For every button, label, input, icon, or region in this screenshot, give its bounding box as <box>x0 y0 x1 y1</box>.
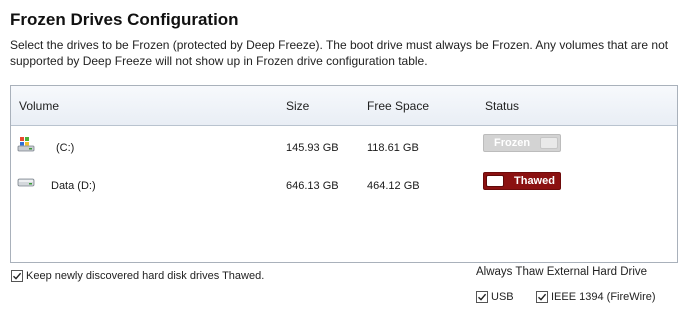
checkmark-icon <box>13 272 22 280</box>
external-drive-title: Always Thaw External Hard Drive <box>476 266 648 278</box>
checkmark-icon <box>538 293 547 301</box>
volume-name: Data (D:) <box>51 180 96 192</box>
windows-drive-icon <box>17 136 35 152</box>
volume-free-space: 118.61 GB <box>367 142 419 154</box>
volume-size: 646.13 GB <box>286 180 339 192</box>
toggle-knob <box>486 175 504 187</box>
column-header-status[interactable]: Status <box>485 99 519 113</box>
table-row[interactable]: Data (D:) 646.13 GB 464.12 GB Thawed <box>11 172 677 200</box>
table-header: Volume Size Free Space Status <box>11 86 677 126</box>
page-title: Frozen Drives Configuration <box>10 10 239 29</box>
firewire-checkbox[interactable] <box>536 291 548 303</box>
column-header-volume[interactable]: Volume <box>19 99 59 113</box>
volume-name: (C:) <box>56 142 75 154</box>
column-header-free-space[interactable]: Free Space <box>367 99 429 113</box>
frozen-drives-table: Volume Size Free Space Status (C:) 145.9… <box>10 85 678 263</box>
volume-size: 145.93 GB <box>286 142 339 154</box>
status-toggle-frozen[interactable]: Frozen <box>483 134 561 152</box>
page-description: Select the drives to be Frozen (protecte… <box>10 38 669 68</box>
checkmark-icon <box>478 293 487 301</box>
hard-drive-icon <box>17 174 35 190</box>
keep-thawed-label[interactable]: Keep newly discovered hard disk drives T… <box>26 270 264 282</box>
status-label: Frozen <box>494 137 531 149</box>
keep-thawed-checkbox[interactable] <box>11 270 23 282</box>
column-header-size[interactable]: Size <box>286 99 309 113</box>
table-row[interactable]: (C:) 145.93 GB 118.61 GB Frozen <box>11 134 677 162</box>
toggle-knob <box>540 137 558 149</box>
usb-checkbox[interactable] <box>476 291 488 303</box>
volume-free-space: 464.12 GB <box>367 180 420 192</box>
firewire-label[interactable]: IEEE 1394 (FireWire) <box>551 291 656 303</box>
usb-label[interactable]: USB <box>491 291 514 303</box>
status-label: Thawed <box>514 175 555 187</box>
status-toggle-thawed[interactable]: Thawed <box>483 172 561 190</box>
